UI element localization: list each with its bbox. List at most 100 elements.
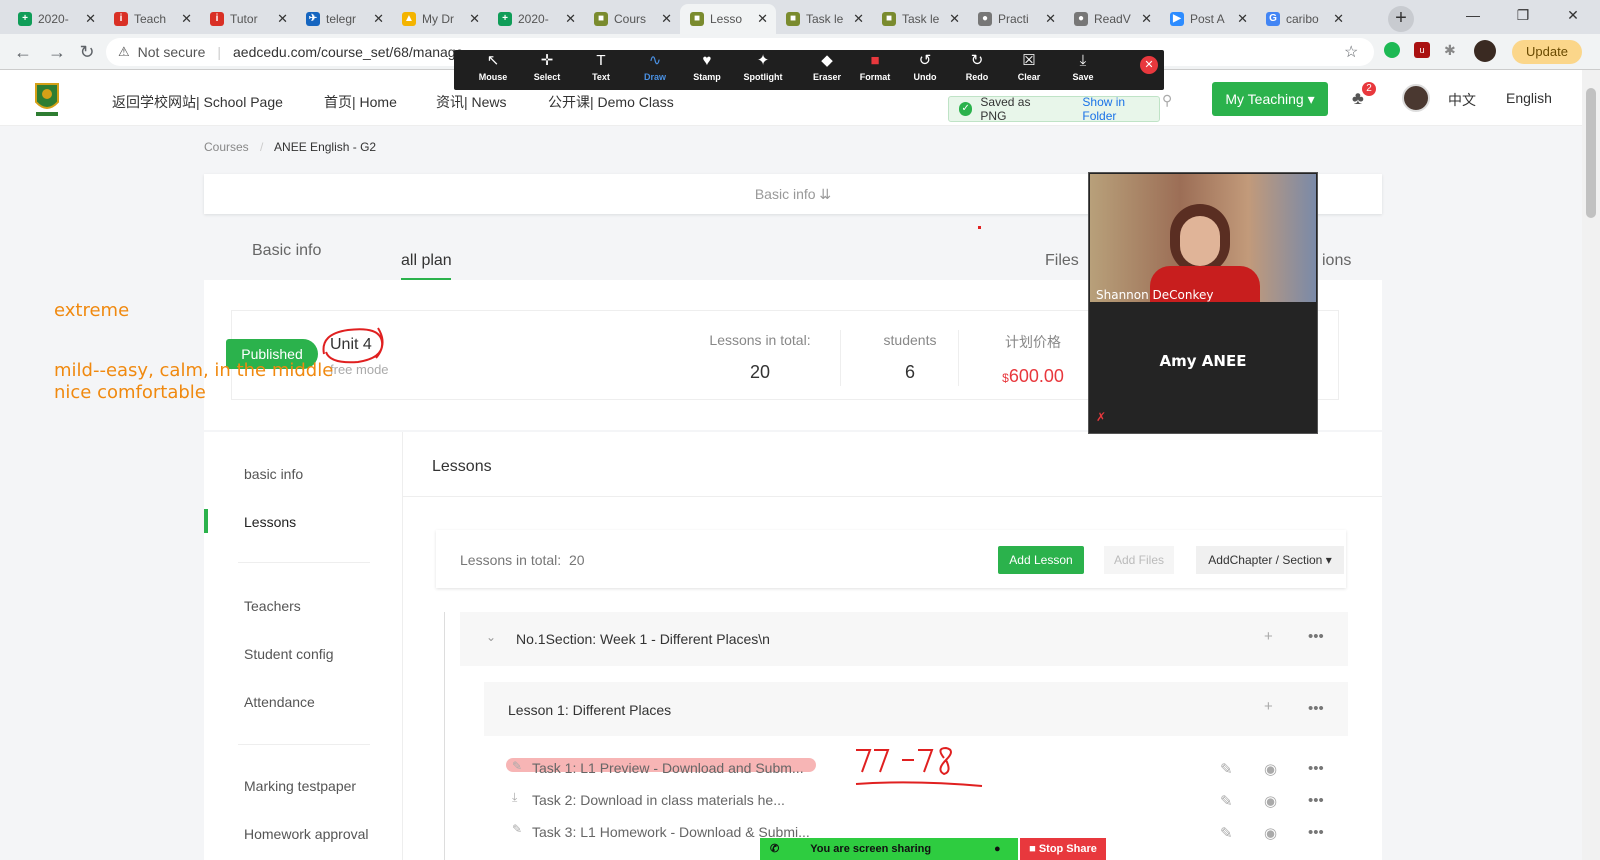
tab-close-icon[interactable]: ✕ [181,11,192,27]
tab-close-icon[interactable]: ✕ [565,11,576,27]
puzzle-icon[interactable]: ✱ [1444,42,1456,59]
sidebar-item-teachers[interactable]: Teachers [244,598,301,614]
profile-avatar[interactable] [1474,40,1496,62]
browser-tab[interactable]: ✈ telegr ✕ [296,4,392,34]
browser-tab[interactable]: ■ Task le ✕ [776,4,872,34]
search-icon[interactable]: ⚲ [1162,92,1172,109]
more-icon[interactable]: ••• [1308,792,1324,809]
browser-tab[interactable]: i Tutor ✕ [200,4,296,34]
sidebar-item-marking-testpaper[interactable]: Marking testpaper [244,778,356,794]
tab-close-icon[interactable]: ✕ [949,11,960,27]
more-icon[interactable]: ••• [1308,760,1324,777]
show-in-folder-link[interactable]: Show in Folder [1082,95,1159,123]
eye-icon[interactable]: ◉ [1264,824,1277,842]
sidebar-item-student-config[interactable]: Student config [244,646,334,662]
more-icon[interactable]: ••• [1308,628,1324,645]
tab-all-plan[interactable]: all plan [401,252,452,270]
nav-home[interactable]: 首页| Home [324,92,397,112]
tab-close-icon[interactable]: ✕ [1141,11,1152,27]
phone-icon[interactable]: ✆ [770,843,779,855]
browser-tab[interactable]: ▶ Post A ✕ [1160,4,1256,34]
browser-tab[interactable]: ■ Task le ✕ [872,4,968,34]
chevron-down-icon[interactable]: ⌄ [486,630,496,644]
user-avatar[interactable] [1402,84,1430,112]
zoom-tool-stamp-button[interactable]: ♥ Stamp [680,50,734,90]
browser-tab[interactable]: +2020- ✕ [8,4,104,34]
stop-share-button[interactable]: ■ Stop Share [1020,838,1106,860]
tab-close-icon[interactable]: ✕ [757,11,768,27]
browser-tab[interactable]: ■ Cours ✕ [584,4,680,34]
tab-close-icon[interactable]: ✕ [469,11,480,27]
nav-demo-class[interactable]: 公开课| Demo Class [548,92,674,112]
ublock-icon[interactable]: u [1414,42,1430,58]
zoom-tool-draw-button[interactable]: ∿ Draw [628,50,682,90]
tab-close-icon[interactable]: ✕ [277,11,288,27]
my-teaching-button[interactable]: My Teaching ▾ [1212,82,1328,116]
breadcrumb-courses[interactable]: Courses [204,140,249,154]
task-row[interactable]: Task 1: L1 Preview - Download and Subm..… [532,760,804,776]
new-tab-button[interactable]: + [1388,6,1414,32]
sidebar-item-basic-info[interactable]: basic info [244,466,303,482]
add-files-button[interactable]: Add Files [1104,546,1174,574]
tab-close-icon[interactable]: ✕ [373,11,384,27]
zoom-tool-format-button[interactable]: ■ Format [848,50,902,90]
minimize-button[interactable]: — [1450,0,1496,30]
forward-icon[interactable]: → [46,41,68,63]
browser-tab[interactable]: ● Practi ✕ [968,4,1064,34]
browser-tab[interactable]: ▲ My Dr ✕ [392,4,488,34]
school-logo[interactable] [32,80,62,118]
tab-options-partial[interactable]: ions [1322,252,1351,270]
lang-english[interactable]: English [1506,90,1552,106]
scrollbar-thumb[interactable] [1586,88,1596,218]
bookmark-star-icon[interactable]: ☆ [1344,42,1358,62]
more-icon[interactable]: ••• [1308,824,1324,841]
zoom-tool-redo-button[interactable]: ↻ Redo [950,50,1004,90]
reload-icon[interactable]: ↻ [76,41,98,63]
eye-icon[interactable]: ◉ [1264,792,1277,810]
tab-close-icon[interactable]: ✕ [1333,11,1344,27]
sidebar-item-attendance[interactable]: Attendance [244,694,315,710]
browser-tab[interactable]: ■ Lesso ✕ [680,4,776,34]
tab-files[interactable]: Files [1045,252,1079,270]
close-window-button[interactable]: ✕ [1550,0,1596,30]
zoom-tool-undo-button[interactable]: ↺ Undo [898,50,952,90]
edit-icon[interactable]: ✎ [1220,792,1233,810]
task-row[interactable]: Task 2: Download in class materials he..… [532,792,785,808]
nav-news[interactable]: 资讯| News [436,92,507,112]
zoom-tool-select-button[interactable]: ✛ Select [520,50,574,90]
tab-close-icon[interactable]: ✕ [661,11,672,27]
add-chapter-button[interactable]: AddChapter / Section ▾ [1196,546,1344,574]
zoom-tool-spotlight-button[interactable]: ✦ Spotlight [736,50,790,90]
sidebar-item-homework-approval[interactable]: Homework approval [244,826,369,842]
browser-tab[interactable]: ● ReadV ✕ [1064,4,1160,34]
breadcrumb-current: ANEE English - G2 [274,140,377,154]
tab-basic-info[interactable]: Basic info [252,242,321,260]
browser-tab[interactable]: Gcaribo ✕ [1256,4,1352,34]
edit-icon[interactable]: ✎ [1220,760,1233,778]
add-icon[interactable]: + [1264,698,1273,715]
tab-close-icon[interactable]: ✕ [853,11,864,27]
nav-school-page[interactable]: 返回学校网站| School Page [112,92,283,112]
zoom-tool-mouse-button[interactable]: ↖ Mouse [466,50,520,90]
sidebar-item-lessons[interactable]: Lessons [244,514,296,530]
tab-close-icon[interactable]: ✕ [1237,11,1248,27]
eye-icon[interactable]: ◉ [1264,760,1277,778]
tab-close-icon[interactable]: ✕ [1045,11,1056,27]
browser-tab[interactable]: +2020- ✕ [488,4,584,34]
extension-icon[interactable] [1384,42,1400,58]
edit-icon[interactable]: ✎ [1220,824,1233,842]
add-icon[interactable]: + [1264,628,1273,645]
more-icon[interactable]: ••• [1308,700,1324,717]
zoom-tool-clear-button[interactable]: ☒ Clear [1002,50,1056,90]
zoom-tool-text-button[interactable]: T Text [574,50,628,90]
close-icon[interactable]: ✕ [1140,56,1158,74]
tab-close-icon[interactable]: ✕ [85,11,96,27]
back-icon[interactable]: ← [12,41,34,63]
restore-button[interactable]: ❐ [1500,0,1546,30]
browser-tab[interactable]: i Teach ✕ [104,4,200,34]
lang-chinese[interactable]: 中文 [1448,90,1476,110]
zoom-tool-eraser-button[interactable]: ◆ Eraser [800,50,854,90]
zoom-tool-save-button[interactable]: ⤓ Save [1056,50,1110,90]
add-lesson-button[interactable]: Add Lesson [998,546,1084,574]
update-button[interactable]: Update [1512,40,1582,64]
